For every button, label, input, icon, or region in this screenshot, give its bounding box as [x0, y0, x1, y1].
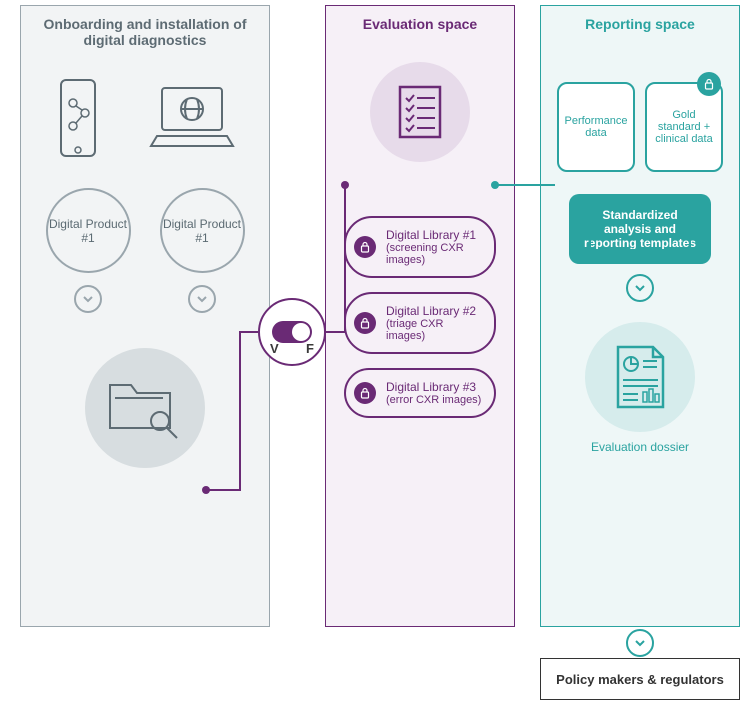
standardized-templates-box: Standardized analysis and reporting temp…: [569, 194, 711, 264]
evaluation-title: Evaluation space: [336, 16, 504, 32]
digital-product-2: Digital Product #1: [160, 188, 245, 273]
digital-library-1: Digital Library #1 (screening CXR images…: [344, 216, 496, 278]
reporting-data-row: Performance data Gold standard + clinica…: [551, 82, 729, 172]
digital-library-3: Digital Library #3 (error CXR images): [344, 368, 496, 418]
product-chevrons: [31, 285, 259, 313]
gold-standard-box: Gold standard + clinical data: [645, 82, 723, 172]
onboarding-panel: Onboarding and installation of digital d…: [20, 5, 270, 627]
reporting-title: Reporting space: [551, 16, 729, 32]
digital-library-2: Digital Library #2 (triage CXR images): [344, 292, 496, 354]
library-name: Digital Library #3: [386, 380, 476, 394]
lock-icon: [354, 312, 376, 334]
lock-icon: [697, 72, 721, 96]
folder-search-icon: [85, 348, 205, 468]
chevron-down-icon: [626, 629, 654, 657]
onboarding-title: Onboarding and installation of digital d…: [31, 16, 259, 48]
library-sub: (triage CXR images): [386, 318, 482, 342]
library-name: Digital Library #1: [386, 228, 476, 242]
reporting-panel: Reporting space Performance data Gold st…: [540, 5, 740, 627]
toggle-v-label: V: [270, 341, 279, 356]
toggle-pill-icon: [272, 321, 312, 343]
chevron-down-icon: [188, 285, 216, 313]
performance-data-label: Performance data: [563, 115, 629, 139]
product-circles-row: Digital Product #1 Digital Product #1: [31, 188, 259, 273]
gold-standard-label: Gold standard + clinical data: [651, 109, 717, 145]
evaluation-dossier-label: Evaluation dossier: [551, 440, 729, 454]
toggle-f-label: F: [306, 341, 314, 356]
digital-product-1: Digital Product #1: [46, 188, 131, 273]
performance-data-box: Performance data: [557, 82, 635, 172]
laptop-icon: [147, 78, 237, 163]
library-name: Digital Library #2: [386, 304, 476, 318]
device-icons-row: [31, 78, 259, 163]
library-sub: (error CXR images): [386, 394, 482, 406]
policy-makers-box: Policy makers & regulators: [540, 658, 740, 700]
report-document-icon: [585, 322, 695, 432]
chevron-down-icon: [74, 285, 102, 313]
lock-icon: [354, 236, 376, 258]
evaluation-panel: Evaluation space Digital Library #1 (scr…: [325, 5, 515, 627]
lock-icon: [354, 382, 376, 404]
vf-toggle[interactable]: V F: [258, 298, 326, 366]
library-sub: (screening CXR images): [386, 242, 482, 266]
smartphone-icon: [53, 78, 103, 163]
checklist-icon: [370, 62, 470, 162]
chevron-down-icon: [626, 274, 654, 302]
